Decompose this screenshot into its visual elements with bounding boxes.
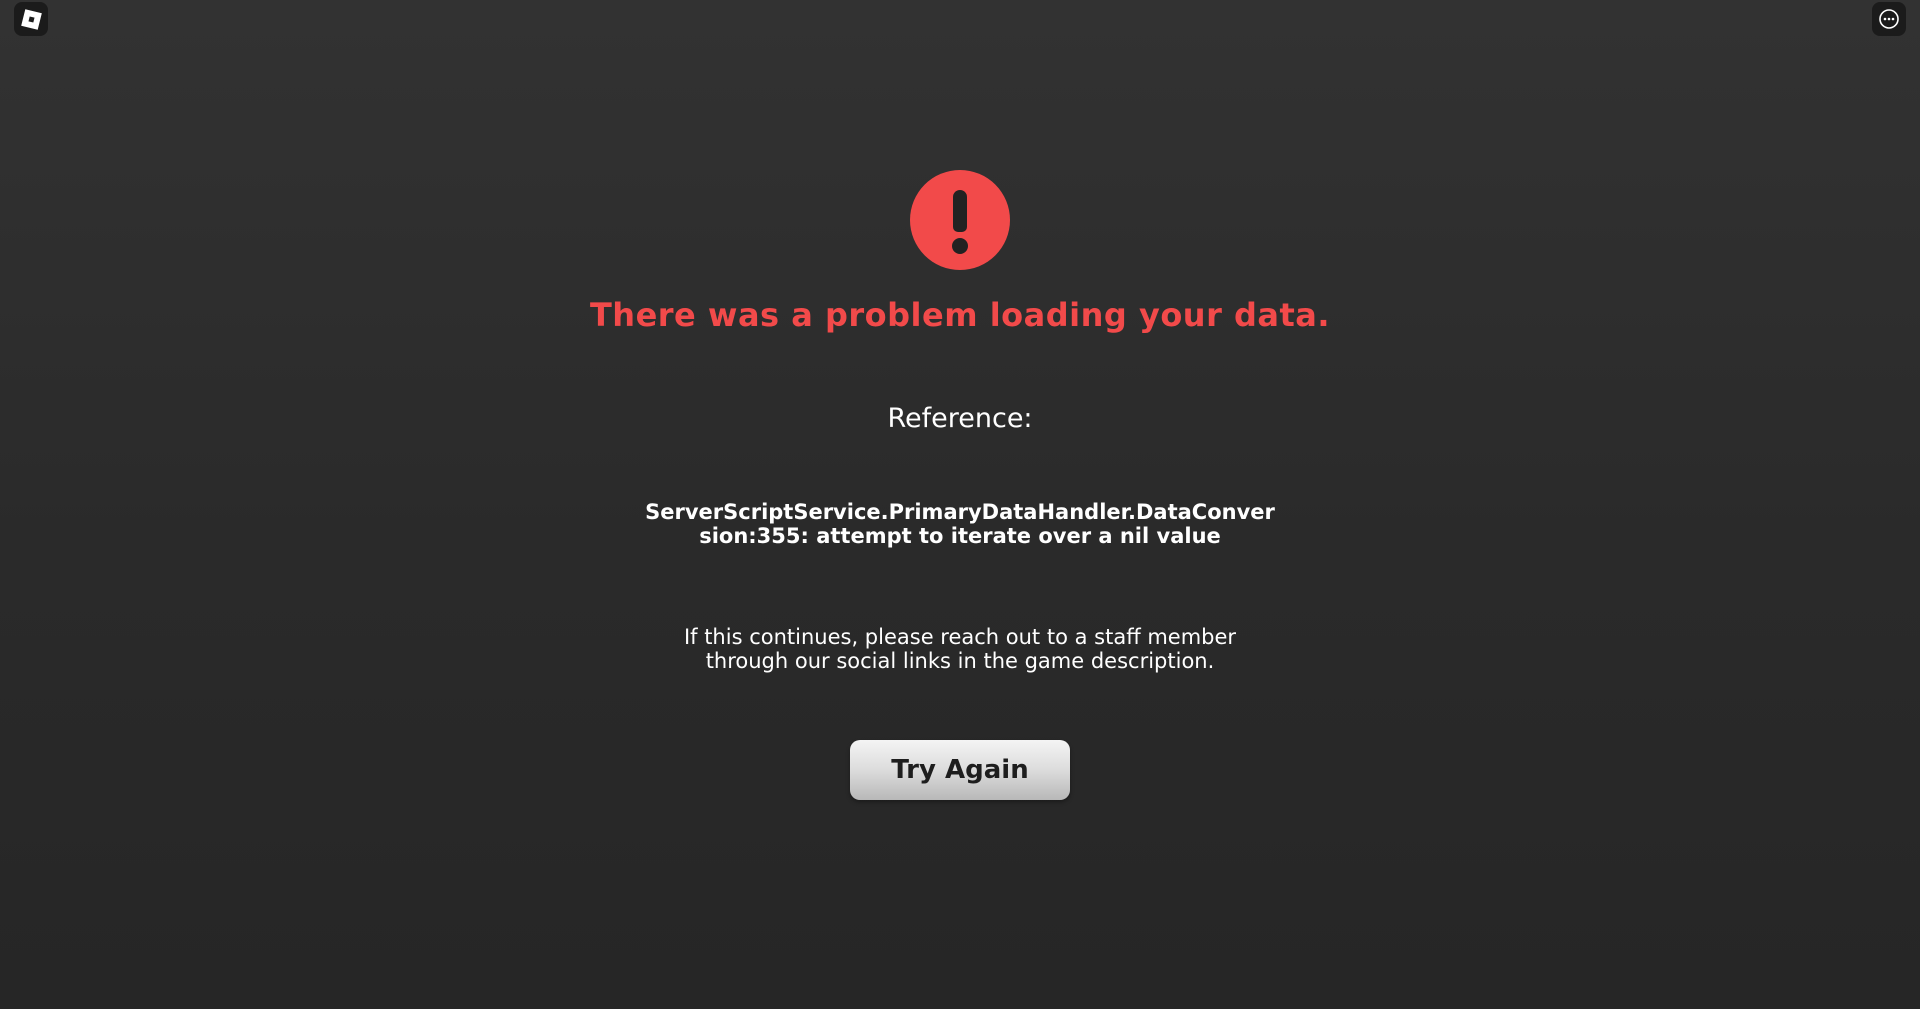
exclamation-circle-icon xyxy=(910,170,1010,270)
error-screen: There was a problem loading your data. R… xyxy=(0,0,1920,1009)
help-text: If this continues, please reach out to a… xyxy=(683,625,1237,673)
try-again-button[interactable]: Try Again xyxy=(850,740,1070,800)
reference-label: Reference: xyxy=(887,403,1033,434)
reference-error-message: ServerScriptService.PrimaryDataHandler.D… xyxy=(645,500,1275,548)
error-title: There was a problem loading your data. xyxy=(589,296,1331,334)
